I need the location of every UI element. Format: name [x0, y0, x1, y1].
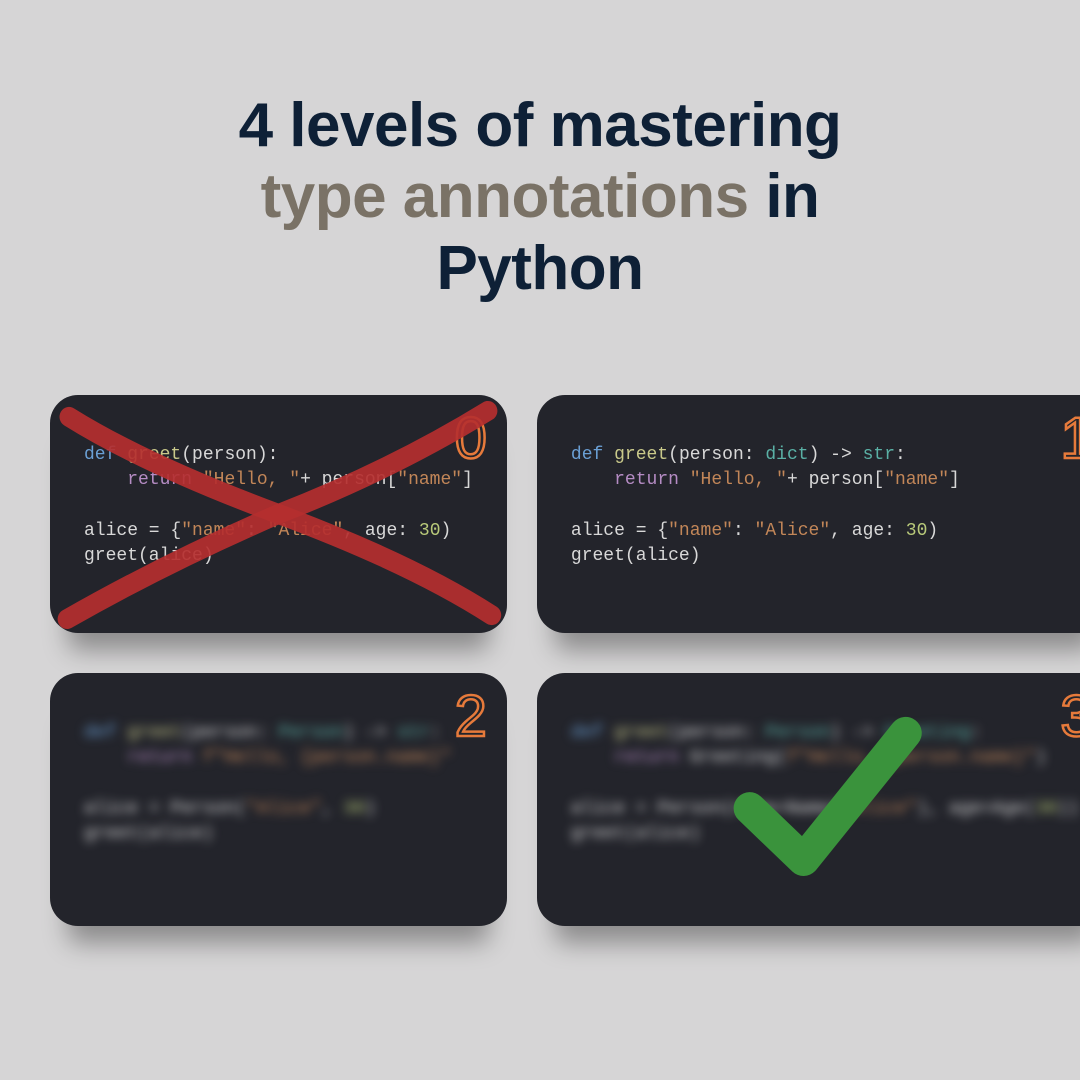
heading-line3: Python	[436, 234, 643, 303]
code-block-0: def greet(person): return "Hello, "+ per…	[84, 443, 473, 569]
heading-line2-rest: in	[749, 162, 820, 231]
level-number-1: 1	[1060, 405, 1080, 472]
level-number-0: 0	[455, 405, 485, 472]
heading-highlight: type annotations	[261, 162, 749, 231]
code-block-3: def greet(person: Person) -> Greeting: r…	[571, 721, 1079, 847]
page-title: 4 levels of mastering type annotations i…	[0, 0, 1080, 304]
code-block-1: def greet(person: dict) -> str: return "…	[571, 443, 1079, 569]
card-level-3: 3 def greet(person: Person) -> Greeting:…	[537, 673, 1080, 926]
code-block-2: def greet(person: Person) -> str: return…	[84, 721, 473, 847]
card-level-1: 1 def greet(person: dict) -> str: return…	[537, 395, 1080, 633]
cards-grid: 0 def greet(person): return "Hello, "+ p…	[50, 395, 1030, 926]
card-level-2: 2 def greet(person: Person) -> str: retu…	[50, 673, 507, 926]
heading-line1: 4 levels of mastering	[239, 91, 842, 160]
card-level-0: 0 def greet(person): return "Hello, "+ p…	[50, 395, 507, 633]
